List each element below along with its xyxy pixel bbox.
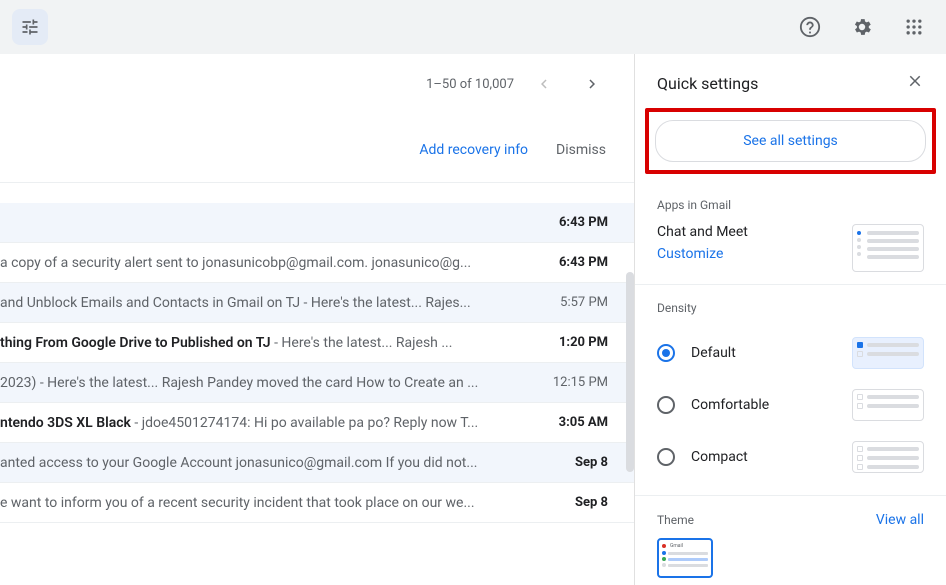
email-snippet: e want to inform you of a recent securit…: [0, 495, 559, 511]
chat-meet-thumbnail: [852, 224, 924, 272]
density-label: Comfortable: [691, 397, 769, 413]
radio-button[interactable]: [657, 396, 675, 414]
chat-meet-label: Chat and Meet: [657, 224, 748, 240]
see-all-settings-highlight: See all settings: [645, 108, 936, 174]
radio-button[interactable]: [657, 448, 675, 466]
density-thumbnail: [852, 389, 924, 421]
tune-filters-button[interactable]: [12, 9, 48, 45]
email-snippet: thing From Google Drive to Published on …: [0, 335, 543, 351]
email-snippet: anted access to your Google Account jona…: [0, 455, 559, 471]
view-all-themes-link[interactable]: View all: [876, 512, 924, 528]
close-icon: [906, 72, 924, 90]
density-option-comfortable[interactable]: Comfortable: [657, 379, 924, 431]
email-row[interactable]: 6:43 PM: [0, 203, 634, 243]
density-label: Default: [691, 345, 736, 361]
email-row[interactable]: ntendo 3DS XL Black - jdoe4501274174: Hi…: [0, 403, 634, 443]
chat-and-meet-row: Chat and Meet Customize: [657, 224, 924, 272]
topbar-actions: [790, 7, 934, 47]
theme-title: Theme: [657, 513, 694, 527]
density-title: Density: [657, 301, 924, 315]
dismiss-button[interactable]: Dismiss: [556, 142, 606, 158]
gear-icon: [851, 16, 873, 38]
see-all-settings-button[interactable]: See all settings: [655, 120, 926, 162]
add-recovery-link[interactable]: Add recovery info: [419, 142, 528, 158]
email-row[interactable]: anted access to your Google Account jona…: [0, 443, 634, 483]
next-page-button[interactable]: [574, 66, 610, 102]
email-time: Sep 8: [575, 495, 608, 510]
quick-settings-header: Quick settings: [635, 54, 946, 100]
topbar: [0, 0, 946, 54]
email-row[interactable]: 2023) - Here's the latest... Rajesh Pand…: [0, 363, 634, 403]
email-time: 12:15 PM: [553, 375, 608, 390]
radio-button[interactable]: [657, 344, 675, 362]
quick-settings-title: Quick settings: [657, 74, 758, 93]
email-row[interactable]: thing From Google Drive to Published on …: [0, 323, 634, 363]
density-option-default[interactable]: Default: [657, 327, 924, 379]
email-snippet: a copy of a security alert sent to jonas…: [0, 255, 543, 271]
help-icon: [799, 16, 821, 38]
main-pane: 1–50 of 10,007 Add recovery info Dismiss…: [0, 54, 634, 585]
chevron-right-icon: [583, 75, 601, 93]
content: 1–50 of 10,007 Add recovery info Dismiss…: [0, 54, 946, 585]
recovery-banner: Add recovery info Dismiss: [0, 118, 634, 183]
apps-in-gmail-section: Apps in Gmail Chat and Meet Customize: [635, 182, 946, 285]
density-section: Density Default Comfortable Compact: [635, 285, 946, 496]
density-options: Default Comfortable Compact: [657, 327, 924, 483]
density-label: Compact: [691, 449, 748, 465]
pagination-range: 1–50 of 10,007: [426, 77, 514, 92]
email-time: 3:05 AM: [559, 415, 608, 430]
tune-icon: [20, 17, 40, 37]
density-thumbnail: [852, 337, 924, 369]
email-list: 6:43 PM a copy of a security alert sent t…: [0, 203, 634, 523]
email-row[interactable]: e want to inform you of a recent securit…: [0, 483, 634, 523]
chevron-left-icon: [535, 75, 553, 93]
theme-thumbnail-default[interactable]: Gmail: [657, 538, 713, 578]
email-snippet: ntendo 3DS XL Black - jdoe4501274174: Hi…: [0, 415, 543, 431]
apps-section-title: Apps in Gmail: [657, 198, 924, 212]
email-time: 5:57 PM: [560, 295, 608, 310]
email-snippet: 2023) - Here's the latest... Rajesh Pand…: [0, 375, 537, 391]
pagination: 1–50 of 10,007: [0, 54, 634, 102]
scrollbar[interactable]: [626, 272, 634, 472]
theme-section: Theme View all Gmail: [635, 496, 946, 585]
email-time: 6:43 PM: [559, 215, 608, 230]
email-time: 6:43 PM: [559, 255, 608, 270]
apps-grid-icon: [904, 17, 924, 37]
apps-button[interactable]: [894, 7, 934, 47]
density-thumbnail: [852, 441, 924, 473]
help-button[interactable]: [790, 7, 830, 47]
email-row[interactable]: a copy of a security alert sent to jonas…: [0, 243, 634, 283]
customize-link[interactable]: Customize: [657, 246, 748, 262]
prev-page-button[interactable]: [526, 66, 562, 102]
settings-button[interactable]: [842, 7, 882, 47]
email-snippet: and Unblock Emails and Contacts in Gmail…: [0, 295, 544, 311]
email-time: 1:20 PM: [559, 335, 608, 350]
close-button[interactable]: [906, 72, 924, 94]
density-option-compact[interactable]: Compact: [657, 431, 924, 483]
email-row[interactable]: and Unblock Emails and Contacts in Gmail…: [0, 283, 634, 323]
email-time: Sep 8: [575, 455, 608, 470]
quick-settings-panel: Quick settings See all settings Apps in …: [634, 54, 946, 585]
